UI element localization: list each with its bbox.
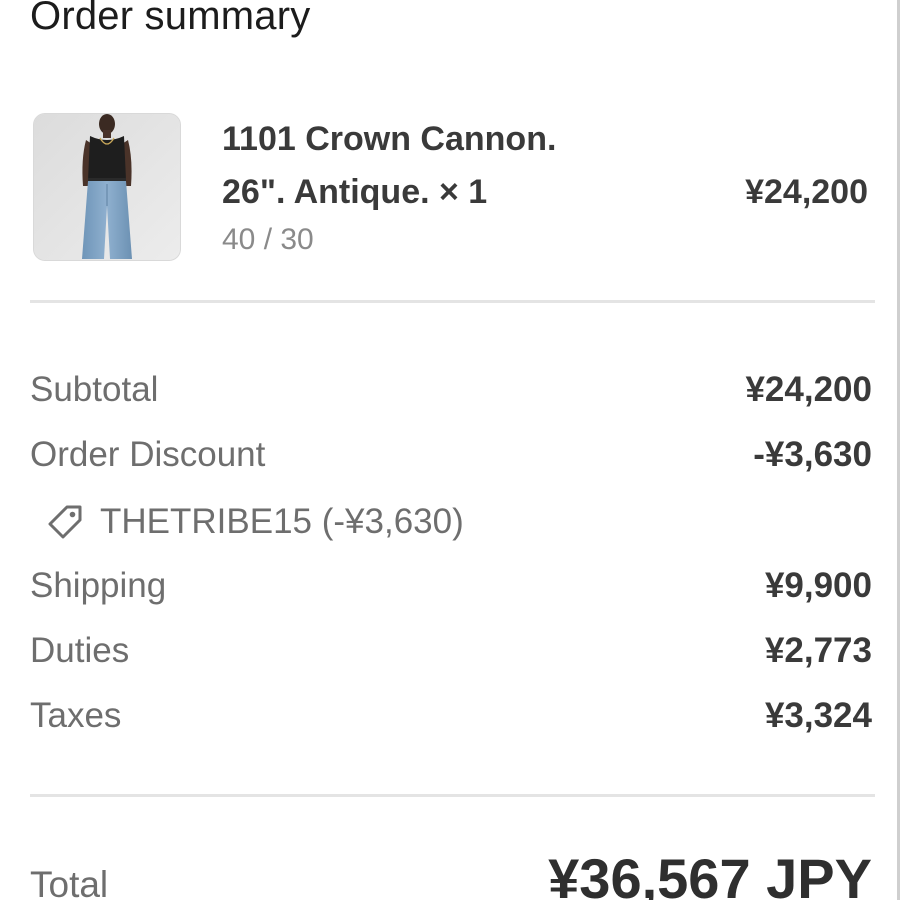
subtotal-value: ¥24,200 [745, 370, 872, 409]
taxes-value: ¥3,324 [764, 696, 872, 735]
taxes-label: Taxes [30, 696, 122, 735]
product-name-line-1: 1101 Crown Cannon. [222, 120, 557, 158]
duties-label: Duties [30, 631, 130, 670]
total-value: ¥36,567 JPY [548, 847, 872, 900]
page-title: Order summary [30, 0, 311, 38]
product-name: 1101 Crown Cannon. 26". Antique. × 1 [222, 113, 642, 219]
product-image [34, 114, 180, 260]
shipping-value: ¥9,900 [764, 566, 872, 605]
discount-code: THETRIBE15 (-¥3,630) [100, 502, 464, 541]
duties-value: ¥2,773 [764, 631, 872, 670]
tag-icon [44, 501, 86, 543]
product-price: ¥24,200 [745, 173, 868, 211]
order-discount-value: -¥3,630 [753, 435, 872, 474]
divider [30, 300, 875, 303]
order-discount-label: Order Discount [30, 435, 266, 474]
shipping-label: Shipping [30, 566, 167, 605]
order-summary-page: Order summary 1101 Crown Cannon. 26". An… [0, 0, 900, 900]
product-name-line-2: 26". Antique. × 1 [222, 173, 488, 211]
subtotal-label: Subtotal [30, 370, 159, 409]
discount-code-row: THETRIBE15 (-¥3,630) [44, 500, 464, 544]
divider [30, 794, 875, 797]
total-label: Total [30, 864, 109, 900]
product-variant: 40 / 30 [222, 223, 314, 256]
product-thumbnail [33, 113, 181, 261]
